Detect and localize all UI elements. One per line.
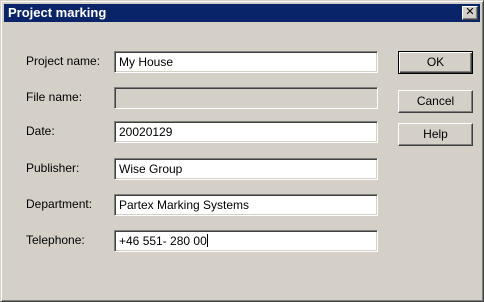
project-marking-dialog: Project marking ✕ Project name: My House… [0,0,484,302]
project-name-value: My House [119,55,174,69]
title-bar[interactable]: Project marking ✕ [4,4,480,22]
department-field[interactable]: Partex Marking Systems [114,194,378,216]
department-label: Department: [26,197,93,211]
telephone-label: Telephone: [26,233,85,247]
file-name-field [114,87,378,109]
close-icon[interactable]: ✕ [462,6,478,20]
dialog-title: Project marking [8,5,107,20]
publisher-field[interactable]: Wise Group [114,158,378,180]
file-name-label: File name: [26,90,83,104]
ok-button[interactable]: OK [398,51,473,74]
text-caret [206,234,208,247]
department-value: Partex Marking Systems [119,198,250,212]
project-name-field[interactable]: My House [114,51,378,73]
telephone-field[interactable]: +46 551- 280 00 [114,230,378,252]
project-name-label: Project name: [26,54,101,68]
date-value: 20020129 [119,125,173,139]
publisher-label: Publisher: [26,161,80,175]
help-button[interactable]: Help [398,123,473,146]
telephone-value: +46 551- 280 00 [119,234,207,248]
cancel-button[interactable]: Cancel [398,90,473,113]
date-label: Date: [26,124,55,138]
date-field[interactable]: 20020129 [114,121,378,143]
publisher-value: Wise Group [119,162,183,176]
